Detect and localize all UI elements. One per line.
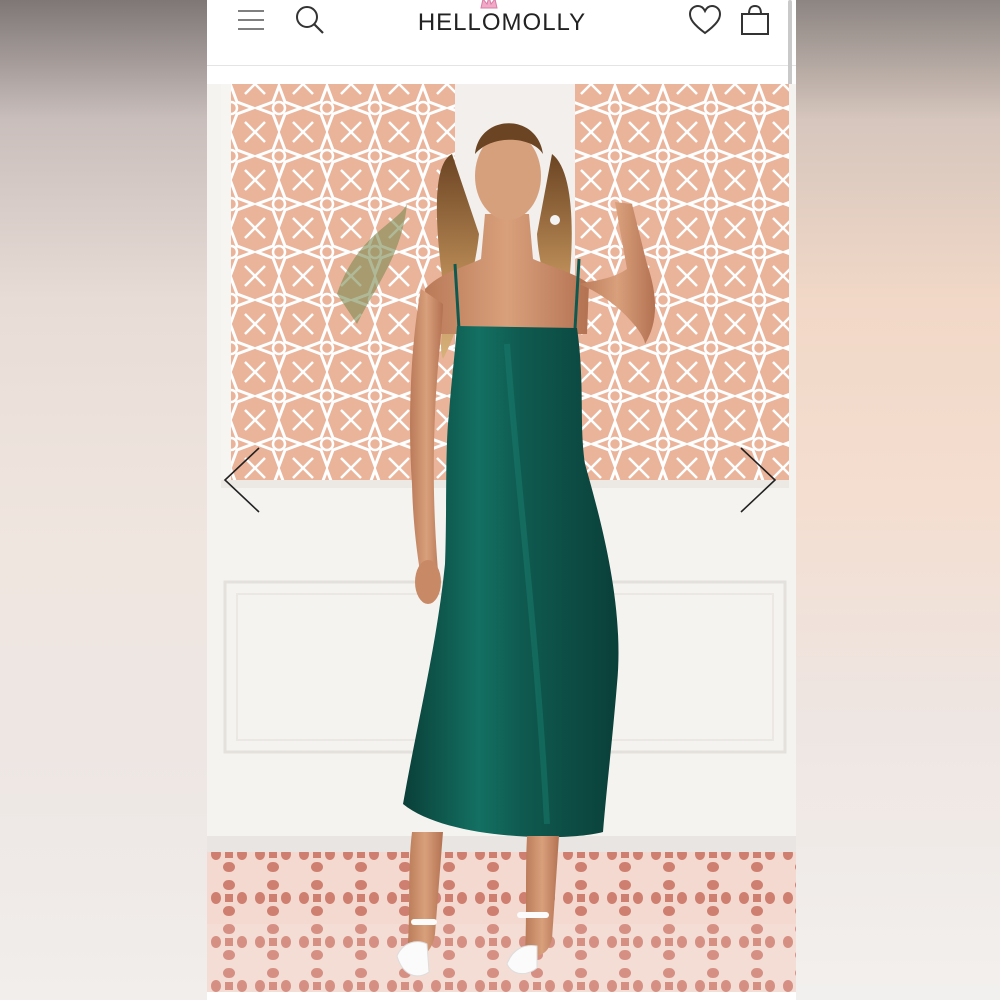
product-photo xyxy=(207,84,796,992)
bag-icon[interactable] xyxy=(739,4,771,36)
heart-icon[interactable] xyxy=(688,4,722,36)
product-image xyxy=(207,84,796,992)
menu-icon[interactable] xyxy=(235,4,267,36)
brand-logo[interactable]: HELLOMOLLY xyxy=(387,8,617,38)
background-blur-right xyxy=(796,0,1000,1000)
scrollbar-thumb[interactable] xyxy=(788,0,792,92)
chevron-right-icon[interactable] xyxy=(735,444,779,516)
crown-icon xyxy=(479,0,499,10)
brand-name: HELLOMOLLY xyxy=(417,9,587,36)
chevron-left-icon[interactable] xyxy=(221,444,265,516)
background-blur-left xyxy=(0,0,207,1000)
bottom-strip xyxy=(207,992,796,1000)
mobile-screen: HELLOMOLLY xyxy=(207,0,796,1000)
app-header: HELLOMOLLY xyxy=(207,0,796,66)
search-icon[interactable] xyxy=(293,4,325,36)
